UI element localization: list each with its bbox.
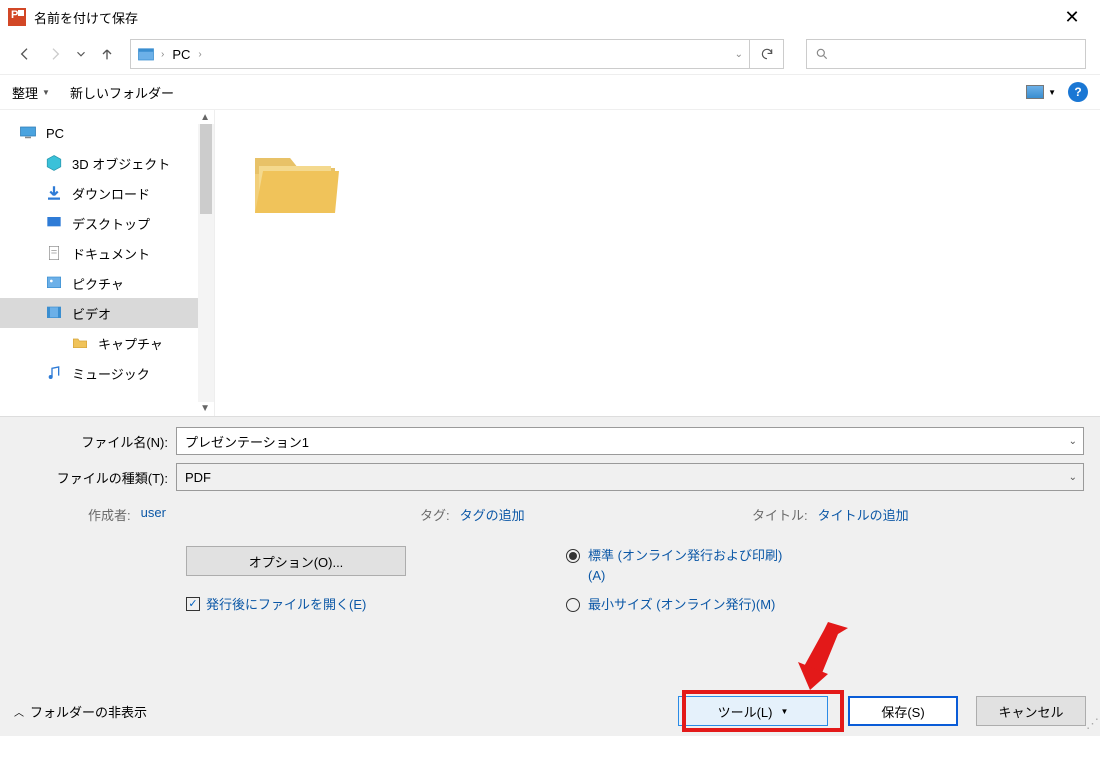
open-after-checkbox[interactable]: ✓ 発行後にファイルを開く(E) [186, 594, 566, 613]
optimize-standard-radio[interactable]: 標準 (オンライン発行および印刷)(A) [566, 546, 798, 585]
location-icon [137, 45, 155, 63]
tree-label: デスクトップ [72, 214, 150, 233]
tree-label: ミュージック [72, 364, 150, 383]
tools-label: ツール(L) [718, 702, 773, 721]
scroll-up-icon[interactable]: ▲ [200, 112, 210, 123]
options-button[interactable]: オプション(O)... [186, 546, 406, 576]
forward-button [44, 43, 66, 65]
recent-dropdown[interactable] [74, 43, 88, 65]
hide-folders-label: フォルダーの非表示 [30, 702, 147, 721]
checkbox-icon: ✓ [186, 597, 200, 611]
folder-icon [70, 334, 90, 352]
chevron-up-icon: ︿ [14, 704, 24, 719]
hide-folders-button[interactable]: ︿ フォルダーの非表示 [14, 702, 147, 721]
tree-label: PC [46, 126, 64, 141]
radio-icon [566, 598, 580, 612]
breadcrumb-pc[interactable]: PC [170, 47, 192, 62]
meta-tag[interactable]: タグ: タグの追加 [420, 505, 752, 524]
document-icon [44, 244, 64, 262]
meta-label: タイトル: [752, 505, 808, 524]
tree-item-pictures[interactable]: ピクチャ [0, 268, 214, 298]
meta-value: タイトルの追加 [818, 505, 909, 524]
meta-value: タグの追加 [460, 505, 525, 524]
tree-label: キャプチャ [98, 334, 163, 353]
chevron-right-icon: › [198, 49, 201, 60]
cube-icon [44, 154, 64, 172]
tree-item-music[interactable]: ミュージック [0, 358, 214, 388]
new-folder-button[interactable]: 新しいフォルダー [70, 83, 174, 102]
download-icon [44, 184, 64, 202]
radio-label: 最小サイズ (オンライン発行)(M) [588, 595, 775, 615]
meta-author[interactable]: 作成者: user [88, 505, 420, 524]
music-icon [44, 364, 64, 382]
video-icon [44, 304, 64, 322]
tools-menu[interactable]: ツール(L) ▼ [678, 696, 828, 726]
filetype-select[interactable]: PDF ⌄ [176, 463, 1084, 491]
scroll-down-icon[interactable]: ▼ [200, 403, 210, 414]
chevron-down-icon[interactable]: ⌄ [1069, 436, 1077, 447]
filetype-label: ファイルの種類(T): [16, 468, 176, 487]
search-icon [815, 47, 829, 61]
tree-label: ピクチャ [72, 274, 124, 293]
new-folder-label: 新しいフォルダー [70, 83, 174, 102]
filename-input[interactable]: プレゼンテーション1 ⌄ [176, 427, 1084, 455]
tree-label: ダウンロード [72, 184, 150, 203]
picture-icon [44, 274, 64, 292]
chevron-right-icon: › [161, 49, 164, 60]
navigation-tree[interactable]: ▲ PC 3D オブジェクト ダウンロード デスクトップ ドキュメント [0, 110, 215, 416]
save-label: 保存(S) [881, 702, 924, 721]
app-icon [8, 8, 26, 26]
annotation-arrow [780, 620, 850, 690]
file-list-area[interactable] [215, 110, 1100, 416]
optimize-minimum-radio[interactable]: 最小サイズ (オンライン発行)(M) [566, 595, 798, 615]
resize-grip[interactable]: ⋰ [1086, 716, 1096, 732]
filename-label: ファイル名(N): [16, 432, 176, 451]
cancel-label: キャンセル [998, 702, 1063, 721]
tree-label: ドキュメント [72, 244, 150, 263]
close-icon[interactable]: ✕ [1052, 7, 1092, 28]
organize-menu[interactable]: 整理▼ [12, 83, 50, 102]
tree-label: 3D オブジェクト [72, 154, 170, 173]
tree-scrollbar[interactable] [198, 124, 214, 402]
chevron-down-icon[interactable]: ⌄ [1069, 472, 1077, 483]
radio-icon [566, 549, 580, 563]
tree-item-videos[interactable]: ビデオ [0, 298, 214, 328]
picture-icon [1026, 85, 1044, 99]
organize-label: 整理 [12, 83, 38, 102]
view-mode-button[interactable]: ▼ [1026, 85, 1056, 99]
checkbox-label: 発行後にファイルを開く(E) [206, 594, 366, 613]
radio-label: 標準 (オンライン発行および印刷)(A) [588, 546, 798, 585]
tree-item-desktop[interactable]: デスクトップ [0, 208, 214, 238]
help-button[interactable]: ? [1068, 82, 1088, 102]
chevron-down-icon[interactable]: ⌄ [735, 49, 743, 60]
address-bar[interactable]: › PC › ⌄ [130, 39, 750, 69]
tree-item-downloads[interactable]: ダウンロード [0, 178, 214, 208]
filename-value: プレゼンテーション1 [185, 432, 309, 451]
options-button-label: オプション(O)... [249, 552, 344, 571]
tree-label: ビデオ [72, 304, 111, 323]
meta-value: user [141, 505, 166, 524]
tree-item-pc[interactable]: PC [0, 118, 214, 148]
back-button[interactable] [14, 43, 36, 65]
search-input[interactable] [806, 39, 1086, 69]
meta-label: タグ: [420, 505, 450, 524]
tree-item-3d-objects[interactable]: 3D オブジェクト [0, 148, 214, 178]
tree-item-capture[interactable]: キャプチャ [0, 328, 214, 358]
pc-icon [18, 124, 38, 142]
desktop-icon [44, 214, 64, 232]
filetype-value: PDF [185, 470, 211, 485]
window-title: 名前を付けて保存 [34, 8, 1052, 27]
refresh-button[interactable] [750, 39, 784, 69]
tree-item-documents[interactable]: ドキュメント [0, 238, 214, 268]
up-button[interactable] [96, 43, 118, 65]
cancel-button[interactable]: キャンセル [976, 696, 1086, 726]
save-button[interactable]: 保存(S) [848, 696, 958, 726]
folder-item[interactable] [245, 128, 345, 228]
meta-title[interactable]: タイトル: タイトルの追加 [752, 505, 1084, 524]
meta-label: 作成者: [88, 505, 131, 524]
